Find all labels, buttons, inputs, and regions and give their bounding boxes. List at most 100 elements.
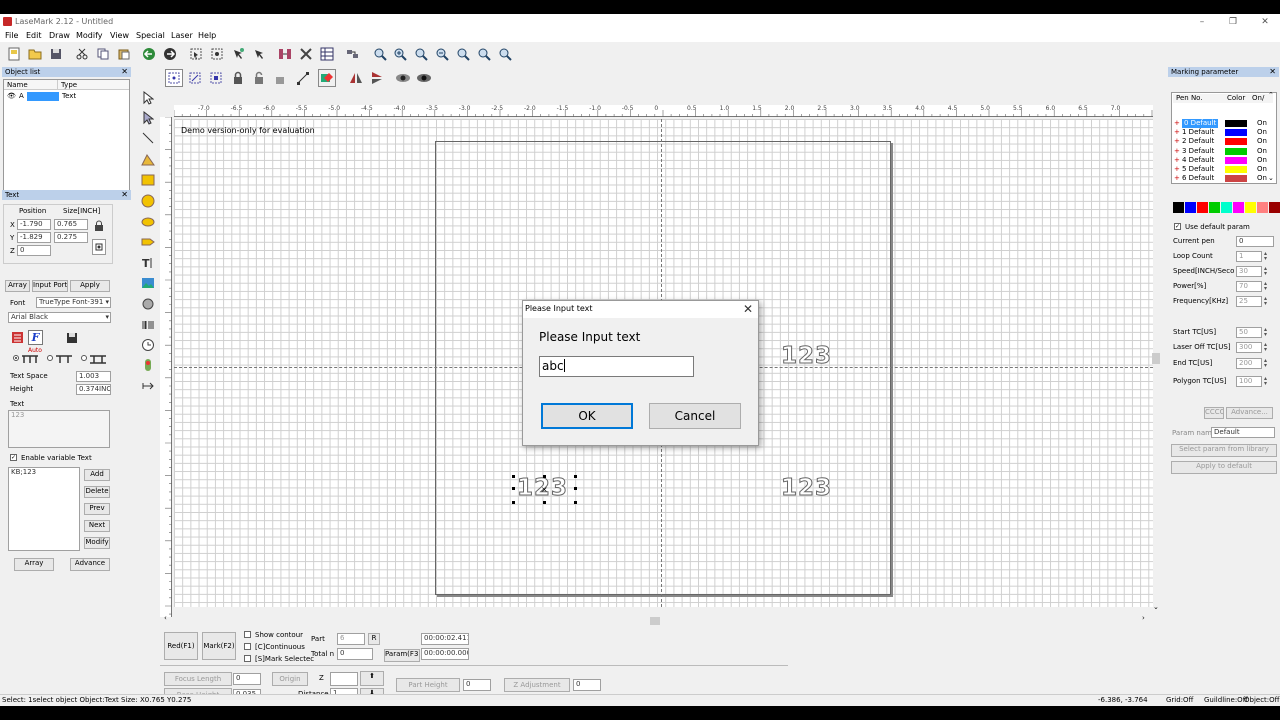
param-input[interactable]: 100 xyxy=(1236,376,1262,387)
param-button[interactable]: Param(F3) xyxy=(384,649,420,662)
undo-icon[interactable] xyxy=(140,45,158,63)
apply-to-default-button[interactable]: Apply to default xyxy=(1171,461,1277,474)
param-input[interactable]: 1 xyxy=(1236,251,1262,262)
selection-handle[interactable] xyxy=(512,487,515,490)
palette-color-swatch[interactable] xyxy=(1221,202,1232,213)
horizontal-scroll-thumb[interactable] xyxy=(650,617,660,625)
part-height-input[interactable]: 0 xyxy=(463,679,491,691)
selection-handle[interactable] xyxy=(543,501,546,504)
param-spinner-icon[interactable]: ▴ ▾ xyxy=(1264,251,1267,262)
variable-text-item[interactable]: KB;123 xyxy=(11,468,36,476)
close-marking-panel-icon[interactable]: ✕ xyxy=(1269,67,1276,77)
timer-tool-icon[interactable] xyxy=(139,336,157,354)
param-input[interactable]: 0 xyxy=(1236,236,1274,247)
param-input[interactable]: 30 xyxy=(1236,266,1262,277)
pen-row[interactable]: +6 Default On xyxy=(1173,174,1273,183)
param-name-input[interactable]: Default xyxy=(1211,427,1275,438)
menu-view[interactable]: View xyxy=(110,31,129,40)
array-button-top[interactable]: Array xyxy=(5,280,30,292)
palette-color-swatch[interactable] xyxy=(1245,202,1256,213)
mirror-horizontal-icon[interactable] xyxy=(347,69,365,87)
column-color[interactable]: Color xyxy=(1227,94,1245,103)
cut-icon[interactable] xyxy=(73,45,91,63)
font-type-dropdown-icon[interactable]: ▾ xyxy=(105,298,109,307)
modify-variable-button[interactable]: Modify xyxy=(84,537,110,549)
selection-handle[interactable] xyxy=(543,475,546,478)
zoom-out-icon[interactable] xyxy=(433,45,451,63)
selection-handle[interactable] xyxy=(512,501,515,504)
variable-text-list[interactable]: KB;123 xyxy=(8,467,80,551)
group-icon[interactable] xyxy=(229,45,247,63)
snap-grid-icon[interactable] xyxy=(165,69,183,87)
zoom-previous-icon[interactable] xyxy=(496,45,514,63)
pen-row[interactable]: +1 Default On xyxy=(1173,128,1273,137)
ellipse-tool-icon[interactable] xyxy=(139,213,157,231)
origin-button[interactable]: Origin xyxy=(272,672,308,686)
delete-variable-button[interactable]: Delete xyxy=(84,486,110,498)
select-param-library-button[interactable]: Select param from library xyxy=(1171,444,1277,457)
curve-tool-icon[interactable] xyxy=(139,151,157,169)
param-spinner-icon[interactable]: ▴ ▾ xyxy=(1264,342,1267,353)
edit-nodes-icon[interactable] xyxy=(294,69,312,87)
text-align-mode-2-icon[interactable] xyxy=(46,352,76,366)
close-window-button[interactable]: ✕ xyxy=(1250,15,1280,29)
motion-tool-icon[interactable] xyxy=(139,377,157,395)
table-row[interactable]: 👁 A Text xyxy=(4,92,129,102)
param-spinner-icon[interactable]: ▴ ▾ xyxy=(1264,376,1267,387)
menu-draw[interactable]: Draw xyxy=(49,31,70,40)
pen-list-scroll-up-icon[interactable]: ⌃ xyxy=(1268,91,1274,99)
apply-button[interactable]: Apply xyxy=(70,280,110,292)
tools-icon[interactable] xyxy=(297,45,315,63)
new-file-icon[interactable] xyxy=(5,45,23,63)
x-position-input[interactable]: -1.790 xyxy=(17,219,51,230)
scroll-down-icon[interactable]: ⌄ xyxy=(1153,603,1159,611)
text-tool-icon[interactable]: T xyxy=(139,254,157,272)
font-name-select[interactable]: Arial Black ▾ xyxy=(8,312,111,323)
y-position-input[interactable]: -1.829 xyxy=(17,232,51,243)
marking-advance-button[interactable]: Advance... xyxy=(1226,407,1273,419)
node-edit-tool-icon[interactable] xyxy=(139,109,157,127)
param-spinner-icon[interactable]: ▴ ▾ xyxy=(1264,358,1267,369)
palette-color-swatch[interactable] xyxy=(1185,202,1196,213)
anchor-point-icon[interactable] xyxy=(92,239,106,255)
part-height-button[interactable]: Part Height xyxy=(396,678,460,692)
menu-file[interactable]: File xyxy=(5,31,18,40)
dialog-text-input[interactable]: abc xyxy=(539,356,694,377)
param-input[interactable]: 50 xyxy=(1236,327,1262,338)
close-object-list-icon[interactable]: ✕ xyxy=(121,67,128,77)
unlock-all-icon[interactable] xyxy=(271,69,289,87)
zoom-page-icon[interactable] xyxy=(412,45,430,63)
zoom-icon[interactable] xyxy=(371,45,389,63)
z-up-button[interactable]: ⬆ xyxy=(360,671,384,686)
table-icon[interactable] xyxy=(318,45,336,63)
z-adjustment-input[interactable]: 0 xyxy=(573,679,601,691)
focus-length-input[interactable]: 0 xyxy=(233,673,261,685)
array-button[interactable]: Array xyxy=(14,558,54,571)
font-type-select[interactable]: TrueType Font-391 ▾ xyxy=(36,297,111,308)
selection-handle[interactable] xyxy=(574,475,577,478)
param-spinner-icon[interactable]: ▴ ▾ xyxy=(1264,266,1267,277)
font-settings-icon[interactable] xyxy=(10,330,25,345)
param-spinner-icon[interactable]: ▴ ▾ xyxy=(1264,281,1267,292)
palette-color-swatch[interactable] xyxy=(1209,202,1220,213)
text-align-mode-3-icon[interactable] xyxy=(80,352,110,366)
preview-all-icon[interactable] xyxy=(415,69,433,87)
menu-help[interactable]: Help xyxy=(198,31,216,40)
save-font-icon[interactable] xyxy=(64,330,79,345)
total-input[interactable]: 0 xyxy=(337,648,373,660)
param-input[interactable]: 25 xyxy=(1236,296,1262,307)
ungroup-icon[interactable] xyxy=(250,45,268,63)
text-object-top-right[interactable]: 123 xyxy=(780,343,832,370)
pen-row[interactable]: +3 Default On xyxy=(1173,147,1273,156)
red-light-button[interactable]: Red(F1) xyxy=(164,632,198,660)
barcode-tool-icon[interactable] xyxy=(139,316,157,334)
text-content-textarea[interactable]: 123 xyxy=(8,410,110,448)
x-size-input[interactable]: 0.765 xyxy=(54,219,88,230)
unlock-icon[interactable] xyxy=(250,69,268,87)
text-space-input[interactable]: 1.003 xyxy=(76,371,111,382)
focus-length-button[interactable]: Focus Length xyxy=(164,672,232,686)
pen-row[interactable]: +0 Default On xyxy=(1173,119,1273,128)
pen-extra-button[interactable]: CCCC xyxy=(1204,407,1224,419)
pen-list-scroll-down-icon[interactable]: ⌄ xyxy=(1268,174,1274,182)
selection-handle[interactable] xyxy=(574,487,577,490)
